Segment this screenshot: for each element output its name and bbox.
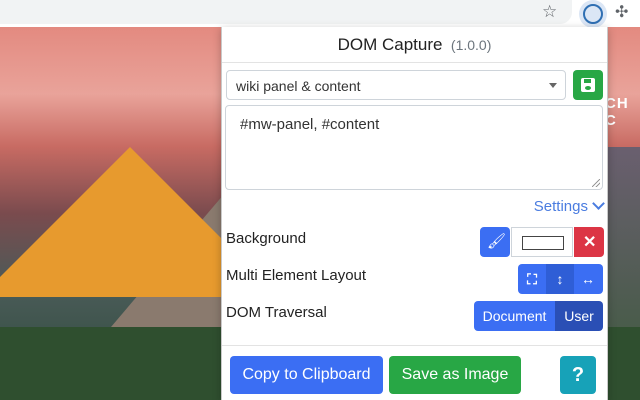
settings-label: Settings	[533, 198, 588, 215]
save-as-image-button[interactable]: Save as Image	[389, 356, 521, 394]
floppy-save-icon	[581, 78, 595, 92]
popup-header: DOM Capture (1.0.0)	[222, 35, 607, 55]
expand-icon: ⛶	[527, 271, 537, 287]
traversal-document-button[interactable]: Document	[474, 301, 555, 331]
clear-background-button[interactable]: ✕	[574, 227, 604, 257]
vertical-arrows-icon: ↕	[556, 271, 564, 287]
layout-horizontal-button[interactable]: ↔	[574, 264, 602, 294]
help-button[interactable]: ?	[560, 356, 596, 394]
close-icon: ✕	[583, 234, 597, 251]
dom-capture-extension-icon[interactable]	[579, 0, 607, 28]
preset-select[interactable]: wiki panel & content	[226, 70, 566, 100]
selector-textarea[interactable]: #mw-panel, #content	[225, 105, 603, 190]
copy-to-clipboard-button[interactable]: Copy to Clipboard	[230, 356, 383, 394]
page-nav-fragment: CH C	[605, 95, 629, 129]
puzzle-icon[interactable]: ✣	[615, 2, 628, 22]
layout-expand-button[interactable]: ⛶	[518, 264, 546, 294]
caret-down-icon	[549, 83, 557, 88]
horizontal-arrows-icon: ↔	[581, 271, 595, 287]
star-icon[interactable]: ☆	[542, 2, 557, 22]
traversal-user-button[interactable]: User	[555, 301, 603, 331]
save-preset-button[interactable]	[573, 70, 603, 100]
resize-handle[interactable]	[592, 179, 600, 187]
chevron-down-icon	[592, 197, 605, 210]
layout-vertical-button[interactable]: ↕	[546, 264, 574, 294]
address-bar[interactable]	[0, 0, 572, 24]
extension-popup: DOM Capture (1.0.0) wiki panel & content…	[221, 27, 608, 400]
divider	[222, 345, 607, 346]
layout-button-group: ⛶ ↕ ↔	[518, 264, 603, 294]
background-label: Background	[226, 230, 307, 247]
browser-toolbar: ☆ ✣	[0, 0, 640, 28]
background-brush-button[interactable]: 🖌	[480, 227, 510, 257]
paint-brush-icon: 🖌	[487, 233, 507, 250]
preset-select-value: wiki panel & content	[236, 78, 361, 94]
selector-text: #mw-panel, #content	[240, 116, 380, 133]
divider	[222, 62, 607, 63]
dom-traversal-label: DOM Traversal	[226, 304, 327, 321]
background-color-picker[interactable]	[511, 227, 573, 257]
popup-version: (1.0.0)	[450, 37, 492, 53]
multi-layout-label: Multi Element Layout	[226, 267, 367, 284]
settings-toggle[interactable]: Settings	[533, 197, 605, 215]
popup-title: DOM Capture	[337, 35, 443, 54]
